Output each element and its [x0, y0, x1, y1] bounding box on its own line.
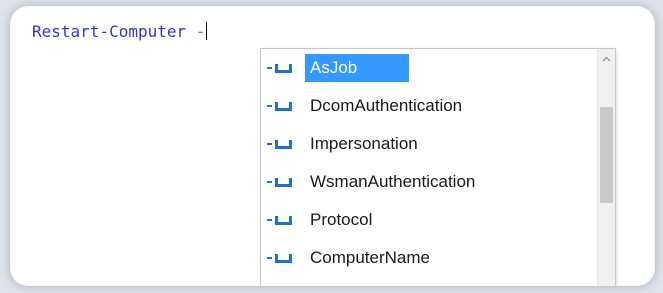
text-caret — [206, 22, 208, 40]
parameter-icon — [261, 125, 305, 163]
cmdlet-name: Restart-Computer — [32, 22, 187, 41]
completion-item-label: WsmanAuthentication — [310, 172, 476, 191]
completion-item-label: Protocol — [310, 210, 373, 229]
completion-item-label: DcomAuthentication — [310, 96, 463, 115]
editor-window: Restart-Computer - AsJob DcomAuthenticat… — [10, 6, 655, 286]
completion-item-wsmanauthentication[interactable]: WsmanAuthentication — [261, 163, 598, 201]
completion-list[interactable]: AsJob DcomAuthentication Impersonation W… — [261, 49, 598, 277]
parameter-icon — [261, 239, 305, 277]
completion-item-dcomauthentication[interactable]: DcomAuthentication — [261, 87, 598, 125]
intellisense-popup[interactable]: AsJob DcomAuthentication Impersonation W… — [260, 48, 616, 286]
scrollbar-thumb[interactable] — [600, 107, 613, 203]
parameter-icon — [261, 87, 305, 125]
parameter-icon — [261, 49, 305, 87]
parameter-prefix: - — [195, 22, 206, 41]
parameter-icon — [261, 201, 305, 239]
completion-item-label: ComputerName — [310, 248, 430, 267]
completion-item-computername[interactable]: ComputerName — [261, 239, 598, 277]
completion-item-protocol[interactable]: Protocol — [261, 201, 598, 239]
code-line[interactable]: Restart-Computer - — [32, 20, 208, 44]
scroll-up-arrow-icon[interactable] — [598, 49, 615, 69]
completion-item-label: AsJob — [305, 54, 410, 82]
completion-item-label: Impersonation — [310, 134, 418, 153]
vertical-scrollbar[interactable] — [597, 49, 615, 286]
completion-item-impersonation[interactable]: Impersonation — [261, 125, 598, 163]
parameter-icon — [261, 163, 305, 201]
completion-item-asjob[interactable]: AsJob — [261, 49, 598, 87]
